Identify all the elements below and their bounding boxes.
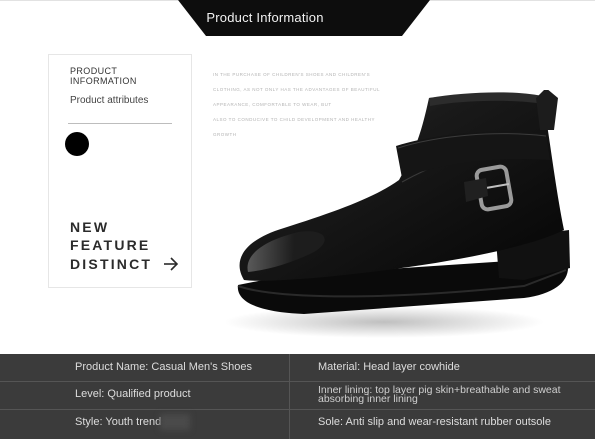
card-title-line-2: INFORMATION [70, 76, 137, 86]
black-dot-icon [65, 132, 89, 156]
spec-material: Material: Head layer cowhide [318, 361, 460, 373]
card-divider [68, 123, 172, 124]
spec-inner-lining: Inner lining: top layer pig skin+breatha… [318, 384, 561, 405]
spec-sole: Sole: Anti slip and wear-resistant rubbe… [318, 416, 551, 428]
banner-title: Product Information [206, 10, 324, 25]
spec-level: Level: Qualified product [75, 388, 191, 400]
spec-table: Product Name: Casual Men's Shoes Level: … [0, 354, 595, 439]
arrow-right-icon[interactable] [163, 256, 179, 272]
feature-line-distinct: DISTINCT [70, 256, 153, 272]
row-divider [0, 409, 595, 410]
product-info-card: PRODUCT INFORMATION Product attributes N… [48, 54, 192, 288]
blur-overlay [160, 414, 190, 430]
card-title-line-1: PRODUCT [70, 66, 118, 76]
spec-product-name: Product Name: Casual Men's Shoes [75, 361, 252, 373]
product-info-banner: Product Information [0, 0, 595, 36]
card-subtitle: Product attributes [70, 95, 149, 106]
row-divider [0, 381, 595, 382]
feature-line-new: NEW [70, 219, 110, 235]
boot-product-image [224, 90, 570, 338]
description-line-1: IN THE PURCHASE OF CHILDREN'S SHOES AND … [213, 72, 371, 77]
spec-style: Style: Youth trend [75, 416, 162, 428]
feature-line-feature: FEATURE [70, 237, 151, 253]
column-divider [289, 354, 290, 439]
